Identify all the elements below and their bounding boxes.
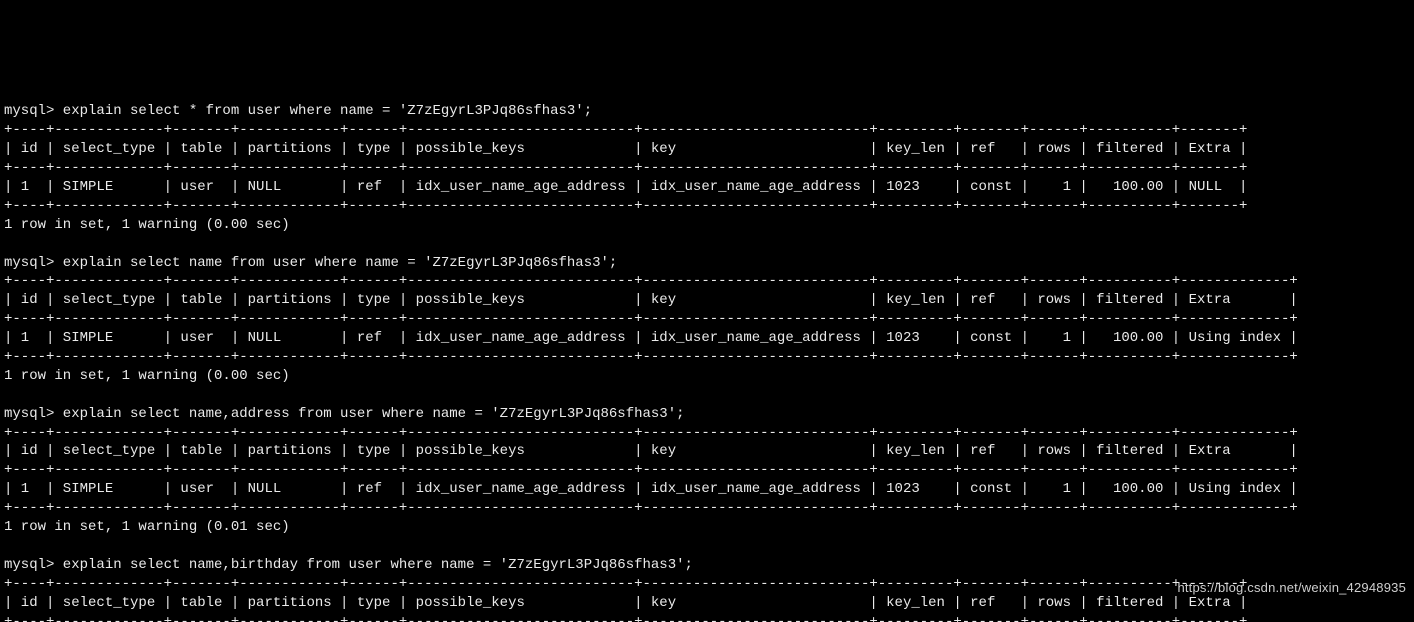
watermark-text: https://blog.csdn.net/weixin_42948935 — [1177, 579, 1406, 597]
terminal-output: mysql> explain select * from user where … — [0, 94, 1414, 622]
